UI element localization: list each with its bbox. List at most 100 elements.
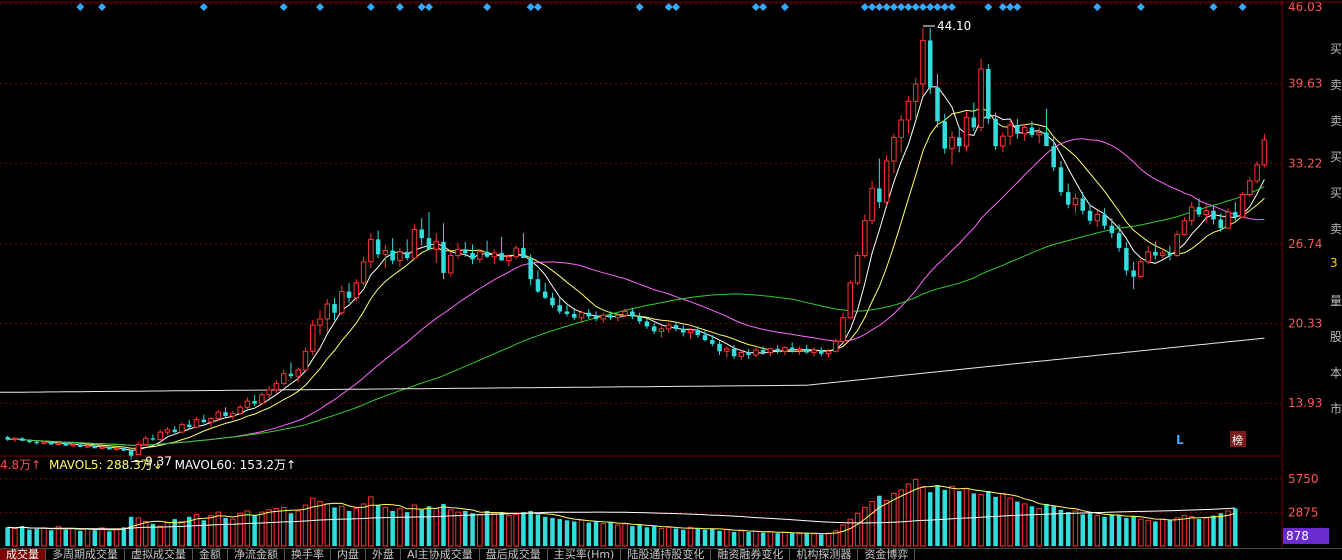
candlestick [142,435,149,446]
indicator-tab[interactable]: AI主协成交量 [401,549,480,560]
volume-bar [1225,510,1231,547]
candle-body [411,228,418,259]
indicator-tab[interactable]: 换手率 [285,549,331,560]
indicator-tab[interactable]: 外盘 [366,549,401,560]
volume-bar [702,529,708,546]
volume-bar [266,509,272,547]
candle-body [986,69,991,119]
candle-body [578,312,585,319]
candle-body [935,87,940,122]
candle-body [135,444,142,455]
volume-bar [1153,521,1158,546]
candlestick [550,292,555,308]
mavol5-line [7,485,1236,535]
candlestick [1174,230,1180,257]
candle-body [1181,220,1188,235]
candle-body [869,187,875,222]
event-diamond-marker [882,3,891,11]
indicator-tab[interactable]: 陆股通持股变化 [621,549,712,560]
candlestick [1239,192,1246,219]
candlestick [259,392,265,405]
volume-bar [710,528,715,546]
volume-bar [419,509,424,546]
indicator-tab[interactable]: 盘后成交量 [480,549,548,560]
candle-body [1159,252,1166,257]
indicator-tab[interactable]: 资金博弈 [858,549,916,560]
candle-body [1087,210,1093,221]
volume-bar [1181,515,1188,547]
candlestick [1058,161,1064,196]
candlestick [179,422,185,434]
indicator-tab[interactable]: 多周期成交量 [46,549,125,560]
candlestick [1188,202,1195,226]
right-strip-char: 买 [1330,186,1342,200]
volume-bar [223,517,228,546]
candle-body [99,446,105,449]
candlestick [237,404,243,415]
candle-body [593,316,599,319]
candle-body [34,442,39,444]
candle-body [382,250,389,255]
volume-bar [135,517,142,547]
indicator-tab[interactable]: 机构探测器 [790,549,859,560]
candlestick [280,369,287,385]
volume-bar [309,497,316,547]
volume-bar [1007,497,1013,547]
candlestick [833,338,839,353]
volume-bar [753,530,759,547]
volume-bar [215,511,222,547]
volume-bar [302,504,309,547]
candle-body [470,253,475,260]
indicator-tab[interactable]: 主买率(Hm) [548,549,622,560]
candle-body [1021,126,1028,135]
candle-body [1203,210,1210,216]
volume-bar [477,513,483,547]
candle-body [1138,261,1144,278]
candlestick [1021,123,1028,142]
volume-bar [608,522,613,546]
candlestick [847,280,854,319]
candle-body [309,324,316,352]
candlestick [993,112,998,150]
candle-body [164,429,171,433]
candle-body [521,248,526,259]
candle-body [883,160,890,203]
candlestick [1254,161,1260,184]
indicator-tab[interactable]: 金额 [193,549,228,560]
candlestick [978,59,984,132]
indicator-tab[interactable]: 净流金额 [228,549,285,560]
candle-body [912,83,919,102]
candle-body [441,241,446,273]
candlestick [477,249,483,264]
indicator-tab[interactable]: 融资融券变化 [711,549,791,560]
candlestick [840,312,846,343]
candlestick [1072,193,1079,214]
candle-body [600,314,607,320]
volume-bar [1072,510,1079,547]
candle-body [193,419,200,428]
volume-bar [1196,519,1202,546]
indicator-tab[interactable]: 虚拟成交量 [125,549,193,560]
volume-bar [920,487,926,547]
candlestick [1167,245,1173,261]
indicator-tab[interactable]: 内盘 [331,549,366,560]
volume-bar [1094,515,1101,547]
candle-body [891,136,897,162]
candle-body [1051,146,1056,168]
candle-body [41,441,47,444]
candle-body [833,340,839,352]
candlestick [680,325,686,337]
candle-body [324,303,331,320]
candle-body [1044,132,1049,147]
volume-bar [463,510,468,546]
candle-body [223,412,228,416]
candlestick [404,239,410,261]
indicator-tab[interactable]: 成交量 [0,549,46,560]
candlestick [528,254,533,286]
candle-body [957,137,962,147]
candle-body [542,291,548,298]
candle-body [12,437,18,441]
candlestick [1102,208,1107,230]
volume-bar [208,515,214,547]
candlestick [1007,121,1013,145]
